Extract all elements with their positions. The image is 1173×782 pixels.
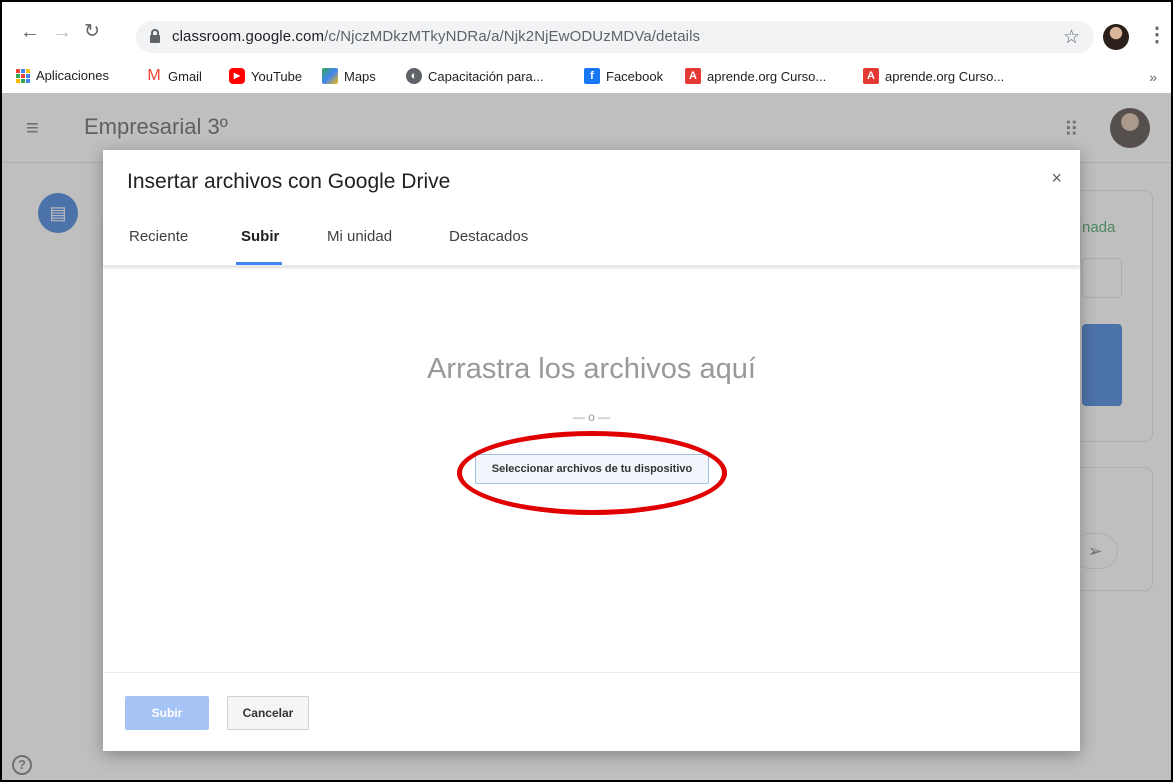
bookmark-gmail[interactable]: M Gmail (146, 68, 202, 84)
tab-subir[interactable]: Subir (241, 228, 279, 245)
tab-mi-unidad[interactable]: Mi unidad (327, 228, 392, 245)
upload-button[interactable]: Subir (125, 696, 209, 730)
url-text: classroom.google.com/c/NjczMDkzMTkyNDRa/… (172, 28, 701, 45)
bookmark-facebook[interactable]: f Facebook (584, 68, 663, 84)
aprende-icon: A (685, 68, 701, 84)
more-bookmarks-icon[interactable]: » (1149, 69, 1157, 85)
reload-icon[interactable]: ↻ (84, 22, 100, 42)
browser-menu-icon[interactable]: ⋮ (1147, 22, 1167, 47)
active-tab-indicator (236, 262, 282, 265)
drive-picker-dialog: Insertar archivos con Google Drive × Rec… (103, 150, 1080, 751)
bookmarks-bar: Aplicaciones M Gmail ▶ YouTube Maps ◐ Ca… (2, 60, 1171, 94)
back-arrow-icon[interactable]: ← (20, 22, 40, 42)
globe-icon: ◐ (406, 68, 422, 84)
bookmark-capacitacion[interactable]: ◐ Capacitación para... (406, 68, 544, 84)
dialog-footer: Subir Cancelar (103, 672, 1080, 751)
or-separator: — o — (572, 410, 611, 424)
lock-icon (150, 29, 160, 43)
dialog-tabs: Reciente Subir Mi unidad Destacados (103, 216, 1080, 266)
apps-icon (16, 68, 30, 83)
forward-arrow-icon[interactable]: → (52, 22, 72, 42)
youtube-icon: ▶ (229, 68, 245, 84)
bookmark-aprende-1[interactable]: A aprende.org Curso... (685, 68, 826, 84)
bookmark-aprende-2[interactable]: A aprende.org Curso... (863, 68, 1004, 84)
profile-avatar[interactable] (1103, 24, 1129, 50)
bookmark-apps[interactable]: Aplicaciones (16, 68, 109, 83)
bookmark-maps[interactable]: Maps (322, 68, 376, 84)
address-bar[interactable]: classroom.google.com/c/NjczMDkzMTkyNDRa/… (136, 21, 1094, 53)
maps-icon (322, 68, 338, 84)
drop-zone-hint: Arrastra los archivos aquí (427, 353, 756, 385)
highlight-ellipse (457, 431, 727, 515)
browser-chrome: ← → ↻ classroom.google.com/c/NjczMDkzMTk… (0, 0, 1173, 94)
tab-destacados[interactable]: Destacados (449, 228, 528, 245)
aprende-icon: A (863, 68, 879, 84)
cancel-button[interactable]: Cancelar (227, 696, 309, 730)
bookmark-youtube[interactable]: ▶ YouTube (229, 68, 302, 84)
gmail-icon: M (147, 67, 161, 84)
facebook-icon: f (584, 68, 600, 84)
tab-reciente[interactable]: Reciente (129, 228, 188, 245)
dialog-title: Insertar archivos con Google Drive (127, 170, 451, 193)
browser-toolbar: ← → ↻ classroom.google.com/c/NjczMDkzMTk… (2, 2, 1171, 60)
close-icon[interactable]: × (1051, 168, 1062, 189)
bookmark-star-icon[interactable]: ☆ (1063, 26, 1080, 49)
